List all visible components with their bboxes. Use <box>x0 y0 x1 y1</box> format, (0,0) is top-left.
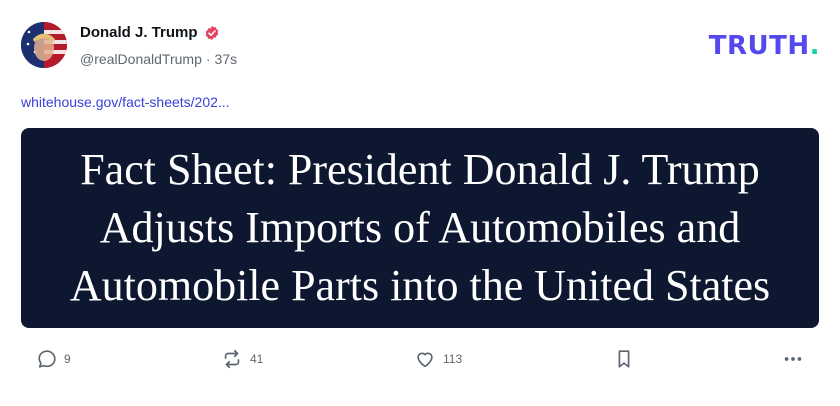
logo-dot: . <box>809 31 820 61</box>
retruth-count: 41 <box>250 352 264 366</box>
card-headline: Fact Sheet: President Donald J. Trump Ad… <box>60 141 780 315</box>
card-headline-line-1: Fact Sheet: President Donald J. Trump <box>80 145 760 194</box>
author-name-row: Donald J. Trump <box>80 24 220 41</box>
more-options-button[interactable] <box>781 348 805 370</box>
like-count: 113 <box>443 352 463 366</box>
reply-count: 9 <box>64 352 71 366</box>
retruth-button[interactable]: 41 <box>220 348 263 370</box>
logo-text: TRUTH <box>708 31 810 61</box>
repost-arrows-icon <box>224 349 240 369</box>
meta-separator: · <box>205 51 211 67</box>
reply-button[interactable]: 9 <box>36 348 71 370</box>
post-link[interactable]: whitehouse.gov/fact-sheets/202... <box>21 94 230 110</box>
post-time[interactable]: 37s <box>215 51 238 67</box>
more-dots-icon <box>784 357 802 361</box>
link-preview-card[interactable]: Fact Sheet: President Donald J. Trump Ad… <box>21 128 819 328</box>
author-meta: @realDonaldTrump · 37s <box>80 51 237 67</box>
verified-badge-icon <box>205 25 218 40</box>
display-name[interactable]: Donald J. Trump <box>80 24 198 41</box>
speech-bubble-icon <box>38 350 56 368</box>
card-headline-line-3: Automobile Parts into the United States <box>69 261 771 310</box>
heart-icon <box>417 352 433 368</box>
card-headline-line-2: Adjusts Imports of Automobiles and <box>99 203 741 252</box>
post-actions: 9 41 113 <box>0 348 840 378</box>
bookmark-icon <box>618 350 630 368</box>
truth-social-logo[interactable]: TRUTH. <box>709 31 820 61</box>
bookmark-button[interactable] <box>613 348 635 370</box>
avatar-image <box>21 22 67 68</box>
avatar[interactable] <box>21 22 67 68</box>
like-button[interactable]: 113 <box>413 348 462 370</box>
author-handle[interactable]: @realDonaldTrump <box>80 51 202 67</box>
